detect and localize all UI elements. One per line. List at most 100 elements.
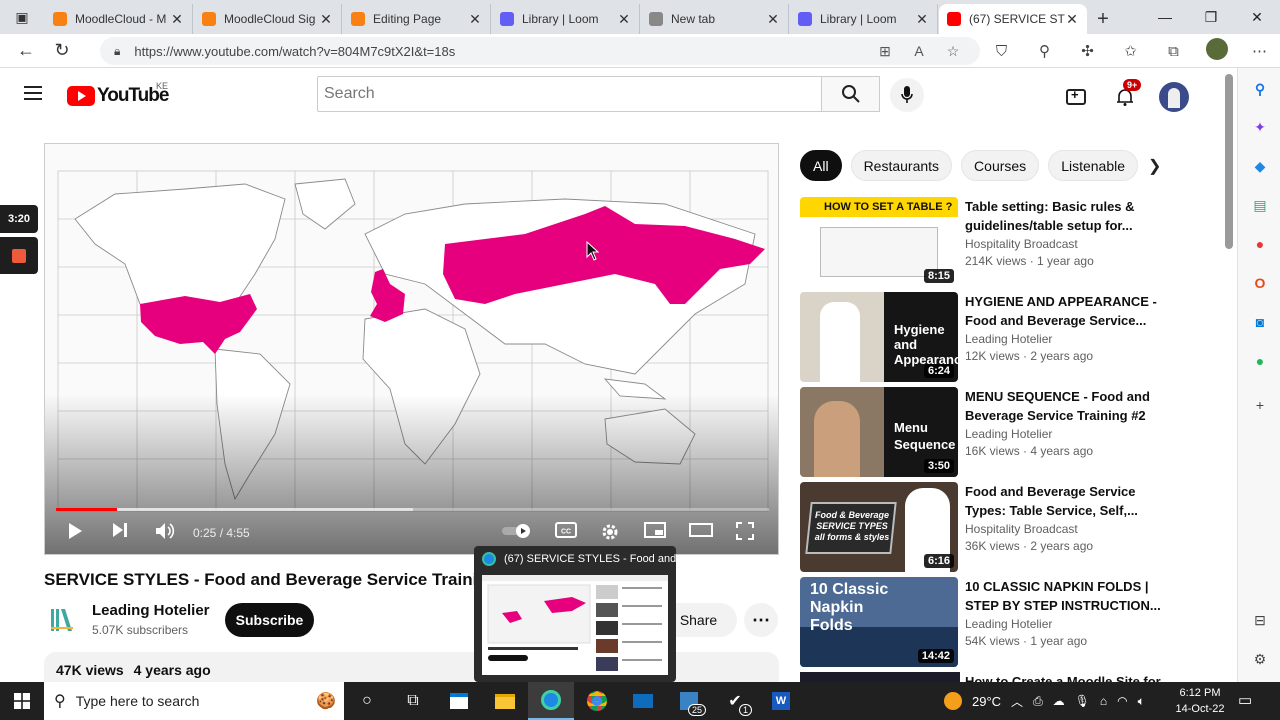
rec-title[interactable]: MENU SEQUENCE - Food and Beverage Servic… xyxy=(965,387,1175,425)
rec-title[interactable]: Food and Beverage Service Types: Table S… xyxy=(965,482,1175,520)
browser-tab[interactable]: MoodleCloud - M ✕ xyxy=(45,4,193,34)
browser-tab[interactable]: (67) SERVICE STY ✕ xyxy=(939,4,1087,34)
show-hidden-icon[interactable]: ︿ xyxy=(1011,693,1023,710)
voice-search-button[interactable] xyxy=(890,78,924,112)
rec-thumbnail[interactable]: HOW TO SET A TABLE ? 8:15 xyxy=(800,197,958,287)
rec-thumbnail[interactable]: 10 Classic Napkin Folds 14:42 xyxy=(800,577,958,667)
close-tab-icon[interactable]: ✕ xyxy=(766,11,780,28)
rec-channel[interactable]: Hospitality Broadcast xyxy=(965,237,1078,251)
chips-next-icon[interactable]: ❯ xyxy=(1148,156,1161,176)
speaker-icon[interactable]: 🔈︎ xyxy=(1138,694,1145,709)
taskbar-preview[interactable]: (67) SERVICE STYLES - Food and... xyxy=(474,546,685,682)
search-input[interactable] xyxy=(317,76,822,112)
back-icon[interactable]: ← xyxy=(8,36,44,66)
wifi-icon[interactable]: ◠ xyxy=(1117,694,1127,708)
teams-icon[interactable]: 25 xyxy=(666,682,712,720)
recommendation-item[interactable]: HOW TO SET A TABLE ? 8:15 Table setting: B… xyxy=(800,197,1220,287)
sidebar-discover-icon[interactable]: ✦ xyxy=(1251,118,1269,136)
shield-icon[interactable]: ⛉ xyxy=(980,43,1023,60)
browser-tab[interactable]: Library | Loom ✕ xyxy=(790,4,938,34)
close-tab-icon[interactable]: ✕ xyxy=(617,11,631,28)
stop-recording-button[interactable] xyxy=(0,237,38,274)
channel-name[interactable]: Leading Hotelier xyxy=(92,602,210,619)
filter-chip[interactable]: Courses xyxy=(961,150,1040,181)
sidebar-games-icon[interactable]: ● xyxy=(1251,235,1269,253)
browser-tab[interactable]: Editing Page ✕ xyxy=(343,4,491,34)
microphone-tray-icon[interactable]: 🎙︎ xyxy=(1075,694,1090,708)
close-tab-icon[interactable]: ✕ xyxy=(1065,11,1079,28)
file-explorer-icon[interactable] xyxy=(482,682,528,720)
next-rec-partial-title[interactable]: How to Create a Moodle Site for... xyxy=(965,674,1171,682)
rec-channel[interactable]: Hospitality Broadcast xyxy=(965,522,1078,536)
video-player[interactable]: 0:25 / 4:55 CC xyxy=(44,143,779,555)
recommendation-item[interactable]: Food & Beverage SERVICE TYPES all forms … xyxy=(800,482,1220,572)
mail-icon[interactable] xyxy=(620,682,666,720)
sidebar-search-icon[interactable]: ⚲ xyxy=(1251,80,1269,98)
search-button[interactable] xyxy=(821,76,880,112)
new-tab-button[interactable]: + xyxy=(1087,4,1119,34)
sidebar-hide-icon[interactable]: ⊟ xyxy=(1251,611,1269,629)
notification-center-icon[interactable]: ▭ xyxy=(1238,691,1252,709)
recommendation-item[interactable]: Hygiene and Appearance6:24HYGIENE AND AP… xyxy=(800,292,1220,382)
rec-title[interactable]: HYGIENE AND APPEARANCE - Food and Bevera… xyxy=(965,292,1175,330)
close-tab-icon[interactable]: ✕ xyxy=(170,11,184,28)
refresh-icon[interactable]: ↻ xyxy=(44,36,80,66)
chrome-icon[interactable] xyxy=(574,682,620,720)
restore-icon[interactable]: ❐ xyxy=(1188,9,1234,26)
edge-taskbar-icon[interactable] xyxy=(528,682,574,720)
rec-channel[interactable]: Leading Hotelier xyxy=(965,617,1052,631)
close-tab-icon[interactable]: ✕ xyxy=(915,11,929,28)
notifications-button[interactable]: 9+ xyxy=(1113,79,1142,109)
rec-title[interactable]: Table setting: Basic rules & guidelines/… xyxy=(965,197,1175,235)
collections-icon[interactable]: ⧉ xyxy=(1152,43,1195,60)
browser-tab[interactable]: New tab ✕ xyxy=(641,4,789,34)
create-video-icon[interactable] xyxy=(1066,87,1086,105)
youtube-logo[interactable]: YouTube KE xyxy=(67,81,169,107)
todo-icon[interactable]: ✔ 1 xyxy=(712,682,758,720)
start-button[interactable] xyxy=(0,682,44,720)
filter-chip[interactable]: Listenable xyxy=(1048,150,1139,181)
close-window-icon[interactable]: ✕ xyxy=(1234,9,1280,26)
rec-channel[interactable]: Leading Hotelier xyxy=(965,332,1052,346)
recommendation-item[interactable]: 10 Classic Napkin Folds 14:42 10 CLASSIC N… xyxy=(800,577,1220,667)
browser-tab[interactable]: MoodleCloud Sig ✕ xyxy=(194,4,342,34)
read-aloud-icon[interactable]: A xyxy=(902,43,936,59)
extensions-icon[interactable]: ✣ xyxy=(1066,42,1109,60)
user-avatar[interactable] xyxy=(1159,82,1189,112)
close-tab-icon[interactable]: ✕ xyxy=(319,11,333,28)
sidebar-settings-icon[interactable]: ⚙ xyxy=(1251,650,1269,668)
rec-thumbnail[interactable]: Menu Sequence 3:50 xyxy=(800,387,958,477)
subscribe-button[interactable]: Subscribe xyxy=(225,603,314,637)
sidebar-add-icon[interactable]: + xyxy=(1251,396,1269,414)
store-icon[interactable] xyxy=(436,682,482,720)
onedrive-icon[interactable]: ☁ xyxy=(1053,694,1065,708)
extension-pin-icon[interactable]: ⚲ xyxy=(1023,42,1066,60)
add-favorite-icon[interactable]: ☆ xyxy=(936,43,970,60)
settings-menu-icon[interactable]: ⋯ xyxy=(1238,42,1280,60)
sidebar-outlook-icon[interactable]: ◙ xyxy=(1251,313,1269,331)
close-tab-icon[interactable]: ✕ xyxy=(468,11,482,28)
url-field[interactable]: 🔒︎ https://www.youtube.com/watch?v=804M7… xyxy=(100,37,980,65)
sidebar-tools-icon[interactable]: ▤ xyxy=(1251,196,1269,214)
channel-avatar[interactable] xyxy=(44,602,80,638)
cortana-icon[interactable]: ○ xyxy=(344,682,390,720)
progress-bar[interactable] xyxy=(56,508,769,511)
clock[interactable]: 6:12 PM 14-Oct-22 xyxy=(1170,685,1230,717)
word-icon[interactable]: W xyxy=(758,682,804,720)
next-thumb-partial[interactable] xyxy=(800,672,960,682)
profile-avatar[interactable] xyxy=(1195,38,1238,64)
tab-actions-icon[interactable]: ▣ xyxy=(0,0,44,34)
favorites-icon[interactable]: ✩ xyxy=(1109,42,1152,60)
app-available-icon[interactable]: ⊞ xyxy=(868,43,902,60)
rec-thumbnail[interactable]: Hygiene and Appearance6:24 xyxy=(800,292,958,382)
sidebar-office-icon[interactable]: O xyxy=(1251,274,1269,292)
rec-title[interactable]: 10 CLASSIC NAPKIN FOLDS | STEP BY STEP I… xyxy=(965,577,1175,615)
recommendation-item[interactable]: Menu Sequence 3:50 MENU SEQUENCE - Food an… xyxy=(800,387,1220,477)
meet-now-icon[interactable]: ⎙ xyxy=(1033,694,1043,709)
page-scrollbar[interactable] xyxy=(1222,68,1236,682)
more-actions-button[interactable]: ⋯ xyxy=(744,603,778,637)
rec-channel[interactable]: Leading Hotelier xyxy=(965,427,1052,441)
sidebar-spotify-icon[interactable]: ● xyxy=(1251,352,1269,370)
minimize-icon[interactable]: — xyxy=(1142,9,1188,25)
task-view-icon[interactable]: ⧉ xyxy=(390,682,436,720)
